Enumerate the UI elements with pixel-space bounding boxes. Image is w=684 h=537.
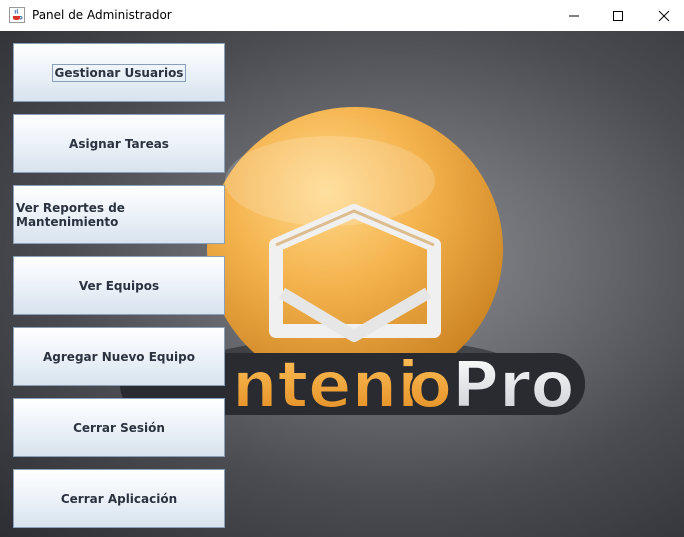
logo-text-white: Pro (452, 349, 574, 423)
title-bar[interactable]: Panel de Administrador (0, 0, 684, 32)
view-equipment-button[interactable]: Ver Equipos (13, 256, 225, 315)
close-application-button[interactable]: Cerrar Aplicación (13, 469, 225, 528)
assign-tasks-label: Asignar Tareas (69, 136, 169, 151)
logo-text-o: o (408, 349, 452, 423)
close-application-label: Cerrar Aplicación (60, 491, 178, 506)
java-coffee-icon (9, 7, 25, 23)
logout-button[interactable]: Cerrar Sesión (13, 398, 225, 457)
main-content: nteni o Pro Gestionar Usuarios Asignar T… (0, 31, 684, 537)
admin-panel-window: Panel de Administrador nteni o Pro Gesti… (0, 0, 684, 537)
close-button[interactable] (641, 0, 684, 31)
view-maintenance-reports-label: Ver Reportes de Mantenimiento (16, 200, 125, 229)
minimize-icon (569, 15, 579, 16)
add-new-equipment-button[interactable]: Agregar Nuevo Equipo (13, 327, 225, 386)
maximize-icon (613, 10, 623, 21)
minimize-button[interactable] (551, 0, 597, 31)
window-title: Panel de Administrador (32, 8, 172, 22)
maximize-button[interactable] (595, 0, 641, 31)
close-icon (658, 10, 670, 21)
logo-text-orange: nteni (232, 349, 419, 423)
logout-label: Cerrar Sesión (73, 420, 165, 435)
manage-users-button[interactable]: Gestionar Usuarios (13, 43, 225, 102)
add-new-equipment-label: Agregar Nuevo Equipo (43, 349, 195, 364)
manage-users-label: Gestionar Usuarios (51, 63, 187, 82)
assign-tasks-button[interactable]: Asignar Tareas (13, 114, 225, 173)
view-equipment-label: Ver Equipos (78, 278, 160, 293)
view-maintenance-reports-button[interactable]: Ver Reportes de Mantenimiento (13, 185, 225, 244)
